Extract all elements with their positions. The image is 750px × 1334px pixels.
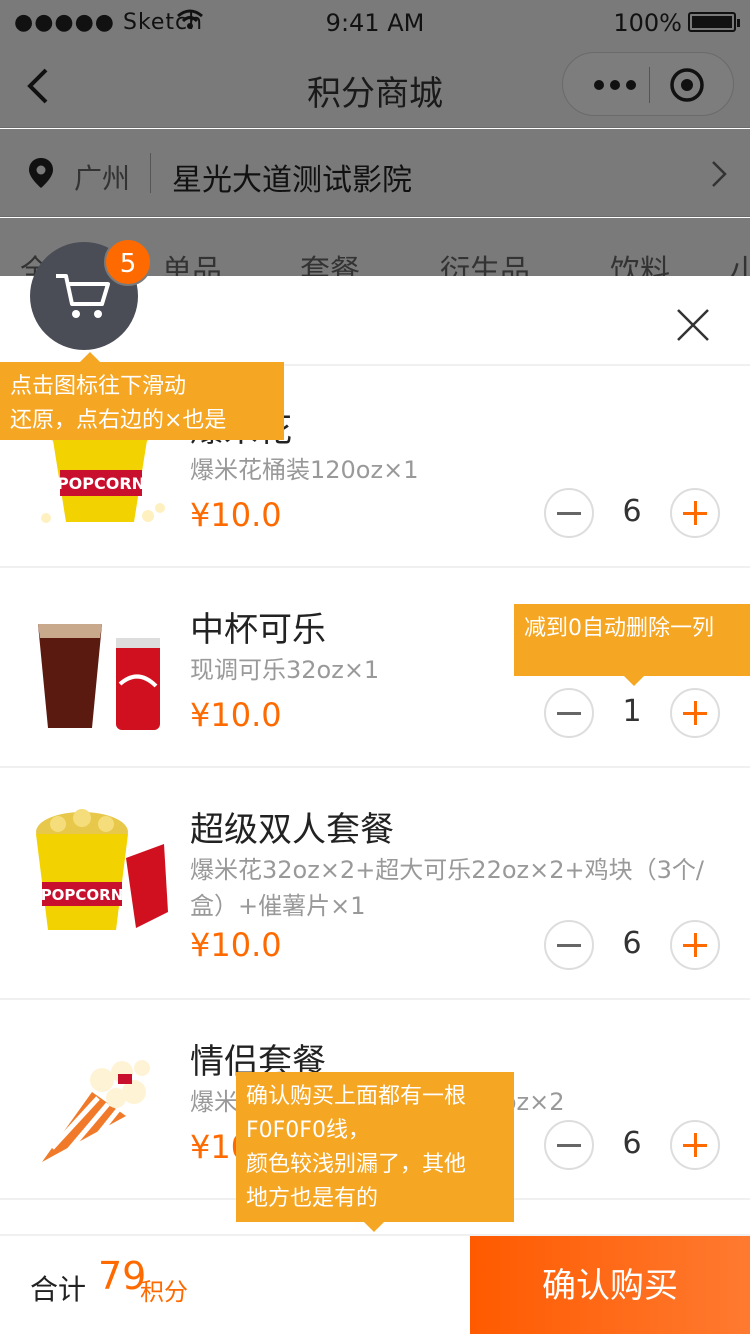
chevron-right-icon (710, 159, 728, 189)
tab-single[interactable]: 单品 (162, 246, 222, 276)
note-line: 颜色较浅别漏了，其他 (246, 1152, 467, 1177)
plus-button[interactable] (670, 688, 720, 738)
annotation-note-divider: 确认购买上面都有一根 F0F0F0线， 颜色较浅别漏了，其他 地方也是有的 (236, 1072, 514, 1232)
quantity-value: 6 (622, 1126, 642, 1161)
svg-text:POPCORN: POPCORN (41, 886, 124, 904)
close-program-icon[interactable] (667, 65, 707, 105)
tab-combo[interactable]: 套餐 (300, 246, 360, 276)
quantity-stepper: 6 (544, 920, 720, 972)
annotation-note-stepper: 减到0自动删除一列 (514, 604, 750, 686)
total-label: 合计 (30, 1273, 87, 1306)
minus-button[interactable] (544, 1120, 594, 1170)
note-line: F0F0F0线， (246, 1118, 370, 1143)
item-price: ¥10.0 (190, 926, 282, 964)
note-line: 确认购买上面都有一根 (246, 1084, 467, 1109)
quantity-value: 6 (622, 926, 642, 961)
capsule-divider (649, 67, 650, 103)
quantity-stepper: 6 (544, 488, 720, 540)
note-line: 点击图标往下滑动 (10, 374, 187, 399)
plus-button[interactable] (670, 920, 720, 970)
battery-icon (688, 12, 740, 32)
popcorn-cone-image (30, 1036, 170, 1172)
cinema-name: 星光大道测试影院 (172, 163, 412, 198)
plus-button[interactable] (670, 488, 720, 538)
cart-count-badge: 5 (104, 238, 152, 286)
note-line: 减到0自动删除一列 (524, 616, 714, 641)
city-name: 广州 (74, 162, 131, 195)
quantity-stepper: 1 (544, 688, 720, 740)
minus-button[interactable] (544, 488, 594, 538)
quantity-value: 6 (622, 494, 642, 529)
note-line: 还原，点右边的×也是 (10, 408, 227, 433)
location-pin-icon (28, 157, 54, 189)
cola-image (30, 604, 170, 740)
cart-icon (56, 274, 110, 318)
tab-drinks[interactable]: 饮料 (610, 246, 670, 276)
tab-merch[interactable]: 衍生品 (440, 246, 530, 276)
total-unit: 积分 (140, 1278, 188, 1306)
item-name: 中杯可乐 (190, 610, 326, 650)
combo-image: POPCORN (30, 804, 170, 940)
nav-bar: 积分商城 (0, 44, 750, 128)
mini-program-capsule (562, 52, 734, 116)
battery-percent: 100% (613, 9, 682, 37)
quantity-value: 1 (622, 694, 642, 729)
item-price: ¥10.0 (190, 496, 282, 534)
minus-button[interactable] (544, 688, 594, 738)
location-bar[interactable]: 广州 星光大道测试影院 (0, 129, 750, 217)
minus-button[interactable] (544, 920, 594, 970)
checkout-bar: 合计 79 积分 确认购买 (0, 1234, 750, 1334)
confirm-purchase-button[interactable]: 确认购买 (470, 1236, 750, 1334)
quantity-stepper: 6 (544, 1120, 720, 1172)
status-bar: ●●●●● Sketch 9:41 AM 100% (0, 0, 750, 44)
item-name: 超级双人套餐 (190, 810, 394, 850)
note-line: 地方也是有的 (246, 1186, 379, 1211)
item-price: ¥10.0 (190, 696, 282, 734)
close-icon[interactable] (676, 308, 710, 342)
item-desc: 爆米花桶装120oz×1 (190, 456, 419, 484)
cart-item: POPCORN 超级双人套餐 爆米花32oz×2+超大可乐22oz×2+鸡块（3… (0, 768, 750, 1000)
plus-button[interactable] (670, 1120, 720, 1170)
location-divider (150, 153, 151, 193)
tab-more[interactable]: 小 (730, 246, 750, 276)
item-desc: 爆米花32oz×2+超大可乐22oz×2+鸡块（3个/盒）+催薯片×1 (190, 856, 704, 920)
svg-text:POPCORN: POPCORN (57, 474, 145, 493)
more-icon[interactable] (587, 63, 643, 107)
annotation-note-cart: 点击图标往下滑动 还原，点右边的×也是 (0, 352, 284, 440)
